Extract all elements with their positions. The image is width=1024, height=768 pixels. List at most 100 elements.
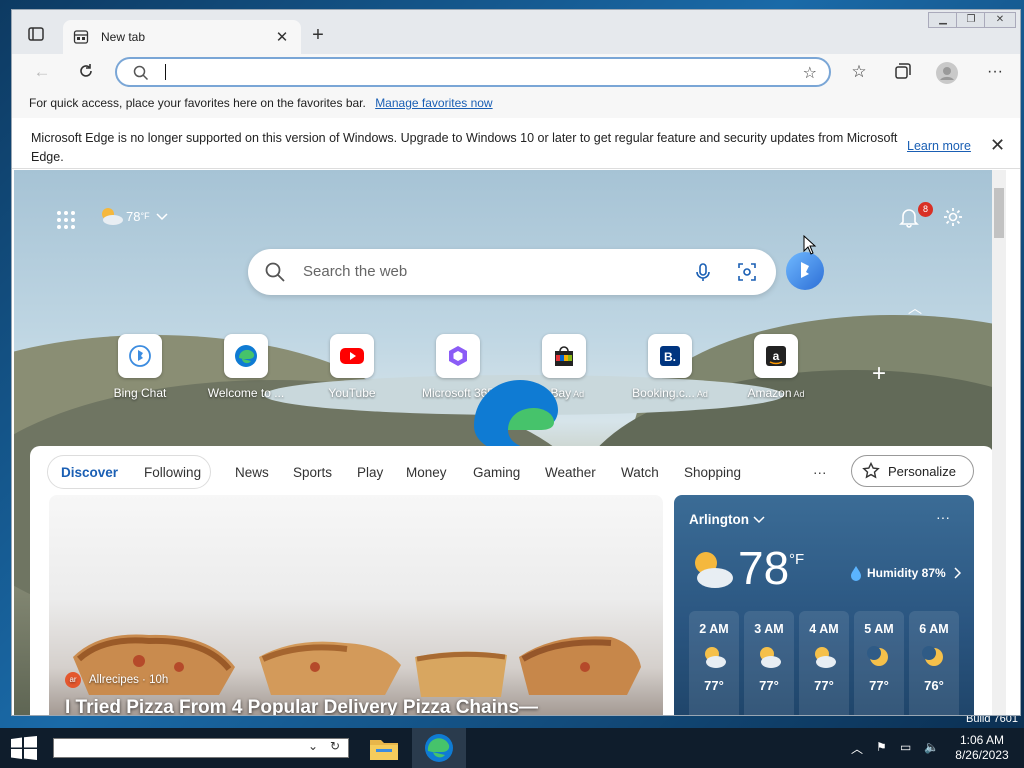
taskbar-edge-icon[interactable] <box>412 728 466 768</box>
address-input[interactable] <box>169 62 769 82</box>
apps-launcher-icon[interactable] <box>56 210 76 230</box>
tile-label: Welcome to ... <box>207 386 285 400</box>
tile-label: Booking.c... <box>632 386 695 400</box>
news-feed: Discover Following News Sports Play Mone… <box>30 446 994 715</box>
address-bar[interactable]: ☆ <box>115 57 831 87</box>
collapse-chevron-icon[interactable]: ︿ <box>908 298 922 318</box>
system-tray: ︿ ⚑ ▭ 🔈 <box>846 740 946 758</box>
clock-time: 1:06 AM <box>959 733 1005 747</box>
article-headline[interactable]: I Tried Pizza From 4 Popular Delivery Pi… <box>65 697 538 715</box>
file-explorer-icon[interactable] <box>366 732 402 764</box>
tab-news[interactable]: News <box>235 465 269 480</box>
ad-label: Ad <box>793 389 805 399</box>
learn-more-link[interactable]: Learn more <box>907 139 971 153</box>
tab-money[interactable]: Money <box>406 465 447 480</box>
refresh-icon[interactable]: ↻ <box>330 739 340 753</box>
weather-mini-widget[interactable]: 78 °F <box>98 206 168 226</box>
page-settings-gear-icon[interactable] <box>942 206 964 228</box>
add-quick-link-icon[interactable]: + <box>872 360 886 388</box>
booking-icon: B. <box>648 334 692 378</box>
manage-favorites-link[interactable]: Manage favorites now <box>375 96 492 110</box>
feed-nav: Discover Following News Sports Play Mone… <box>30 452 994 492</box>
notifications-bell-icon[interactable] <box>898 206 920 228</box>
windows-start-icon[interactable] <box>9 736 39 760</box>
quick-link-booking[interactable]: B. Booking.c... Ad <box>625 334 715 400</box>
quick-link-bing-chat[interactable]: Bing Chat <box>95 334 185 400</box>
moon-icon <box>921 644 947 670</box>
volume-muted-icon[interactable]: 🔈 <box>924 740 939 754</box>
tab-sports[interactable]: Sports <box>293 465 332 480</box>
hero-article-card[interactable]: ar Allrecipes · 10h I Tried Pizza From 4… <box>49 495 663 715</box>
quick-link-youtube[interactable]: YouTube <box>307 334 397 400</box>
clock-date: 8/26/2023 <box>955 748 1009 762</box>
search-icon <box>264 261 286 283</box>
hourly-forecast-item[interactable]: 3 AM 77° <box>744 611 794 715</box>
taskbar-search-box[interactable]: ⌄ ↻ <box>53 738 349 758</box>
tab-title: New tab <box>101 30 146 44</box>
feed-more-icon[interactable]: ··· <box>813 465 827 480</box>
weather-unit: °F <box>789 551 805 568</box>
scrollbar-thumb[interactable] <box>994 188 1004 238</box>
collections-icon[interactable] <box>893 62 913 82</box>
youtube-icon <box>330 334 374 378</box>
weather-mini-unit: °F <box>140 211 150 221</box>
chevron-down-icon[interactable]: ⌄ <box>308 739 318 753</box>
personalize-icon <box>862 461 880 480</box>
new-tab-button[interactable]: + <box>308 25 328 46</box>
minimize-button[interactable]: ▁ <box>928 12 958 28</box>
back-icon[interactable]: ← <box>32 62 52 82</box>
toolbar: ← ☆ ☆ ··· <box>12 54 1020 90</box>
edge-icon <box>224 334 268 378</box>
maximize-button[interactable]: ❐ <box>956 12 986 28</box>
favorites-bar: For quick access, place your favorites h… <box>12 90 1020 118</box>
add-favorite-icon[interactable]: ☆ <box>803 63 817 83</box>
weather-more-icon[interactable]: ··· <box>936 509 950 525</box>
feed-segment-control: Discover Following <box>47 455 211 489</box>
settings-more-icon[interactable]: ··· <box>985 62 1005 82</box>
refresh-icon[interactable] <box>76 62 96 82</box>
close-tab-icon[interactable]: ✕ <box>273 28 291 46</box>
tab-weather[interactable]: Weather <box>545 465 596 480</box>
tab-actions-icon[interactable] <box>26 24 46 44</box>
partly-cloudy-night-icon <box>756 644 782 670</box>
quick-link-amazon[interactable]: a Amazon Ad <box>731 334 821 400</box>
microphone-icon[interactable] <box>692 261 714 283</box>
profile-avatar-icon[interactable] <box>936 62 958 84</box>
tab-new-tab[interactable]: New tab ✕ <box>63 20 301 54</box>
notification-badge: 8 <box>918 202 933 217</box>
tile-label: Amazon <box>747 386 792 400</box>
web-search-box[interactable]: Search the web <box>248 249 776 295</box>
close-info-bar-icon[interactable]: ✕ <box>990 135 1005 156</box>
amazon-icon: a <box>754 334 798 378</box>
chevron-down-icon <box>156 209 168 224</box>
network-icon[interactable]: ▭ <box>900 740 911 754</box>
action-center-flag-icon[interactable]: ⚑ <box>876 740 887 754</box>
bing-chat-button[interactable] <box>786 252 824 290</box>
tab-discover[interactable]: Discover <box>48 464 132 480</box>
page-scrollbar[interactable] <box>992 170 1006 715</box>
allrecipes-logo-icon: ar <box>65 672 81 688</box>
tab-watch[interactable]: Watch <box>621 465 659 480</box>
personalize-button[interactable]: Personalize <box>851 455 974 487</box>
personalize-label: Personalize <box>888 463 956 479</box>
show-hidden-icons-icon[interactable]: ︿ <box>851 740 863 757</box>
search-placeholder: Search the web <box>303 263 408 280</box>
tab-shopping[interactable]: Shopping <box>684 465 741 480</box>
partly-cloudy-night-icon <box>701 644 727 670</box>
humidity-info[interactable]: Humidity 87% <box>850 565 961 581</box>
quick-link-welcome[interactable]: Welcome to ... <box>201 334 291 400</box>
visual-search-icon[interactable] <box>736 261 758 283</box>
tab-gaming[interactable]: Gaming <box>473 465 520 480</box>
new-tab-page-icon <box>73 29 89 45</box>
taskbar-clock[interactable]: 1:06 AM 8/26/2023 <box>950 733 1014 763</box>
weather-location[interactable]: Arlington <box>689 512 765 527</box>
tab-following[interactable]: Following <box>131 465 214 480</box>
close-window-button[interactable]: ✕ <box>984 12 1016 28</box>
tab-play[interactable]: Play <box>357 465 383 480</box>
favorites-icon[interactable]: ☆ <box>849 62 869 82</box>
weather-card[interactable]: Arlington ··· 78 °F Humidity 87% 2 AM 77… <box>674 495 974 715</box>
hourly-forecast-item[interactable]: 4 AM 77° <box>799 611 849 715</box>
hourly-forecast-item[interactable]: 2 AM 77° <box>689 611 739 715</box>
hourly-forecast-item[interactable]: 6 AM 76° <box>909 611 959 715</box>
hourly-forecast-item[interactable]: 5 AM 77° <box>854 611 904 715</box>
